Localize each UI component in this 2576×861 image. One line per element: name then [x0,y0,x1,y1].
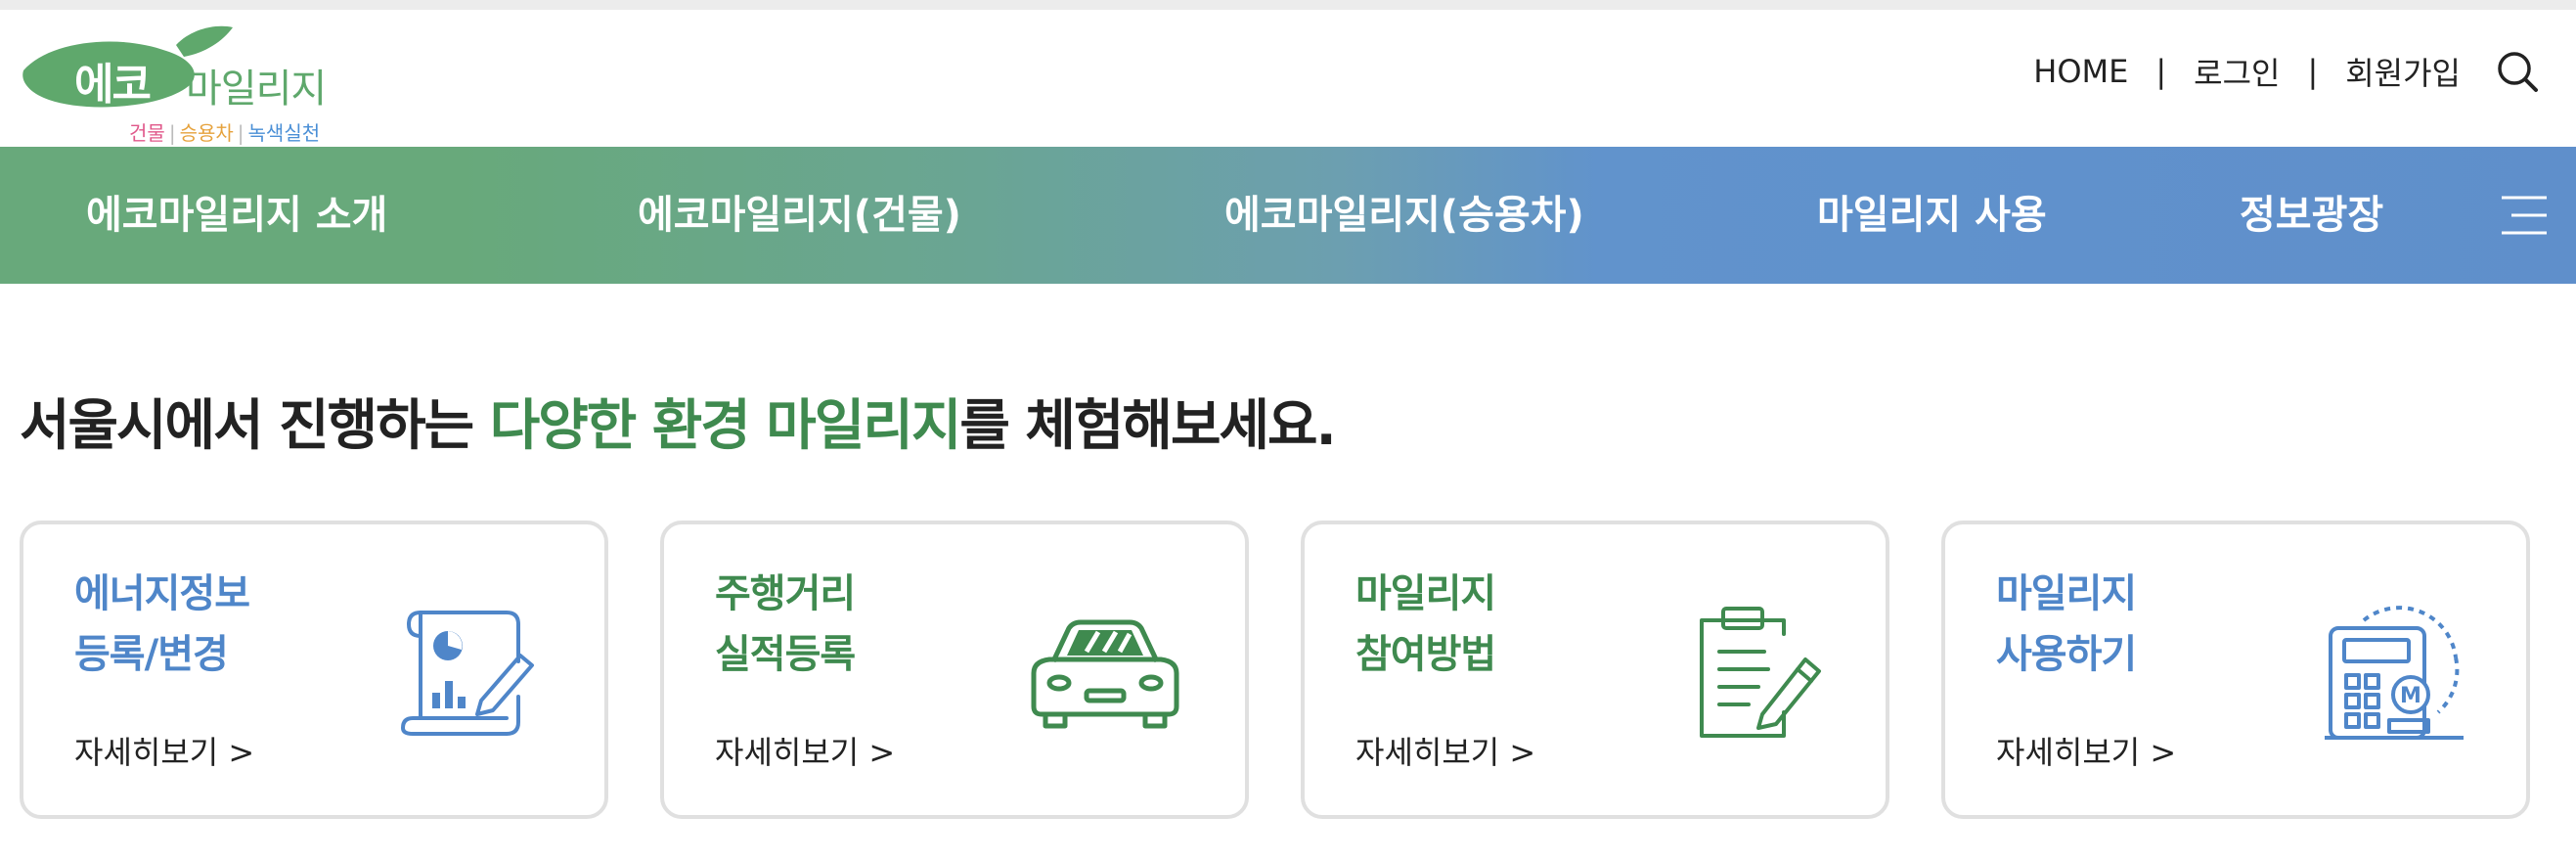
logo-sub-green: 녹색실천 [247,121,321,145]
card-title-line2: 참여방법 [1355,632,1496,677]
util-separator: | [2155,53,2167,90]
calculator-icon: M [2325,606,2464,740]
card-title: 에너지정보 등록/변경 [74,564,250,685]
nav-item-building[interactable]: 에코마일리지(건물) [638,147,961,284]
card-mileage-record[interactable]: 주행거리 실적등록 자세히보기 > [660,521,1249,819]
headline-pre: 서울시에서 진행하는 [20,394,490,458]
card-title-line1: 에너지정보 [74,571,250,616]
logo-sub-separator: | [168,121,176,145]
logo-subtitle: 건물 | 승용차 | 녹색실천 [129,117,320,146]
card-more-link[interactable]: 자세히보기 > [715,728,895,773]
card-title-line1: 주행거리 [715,571,856,616]
card-title: 주행거리 실적등록 [715,564,856,685]
svg-text:M: M [2400,684,2421,708]
card-participation[interactable]: 마일리지 참여방법 자세히보기 > [1301,521,1889,819]
logo-sub-car: 승용차 [179,121,234,145]
card-use-mileage[interactable]: 마일리지 사용하기 자세히보기 > M [1941,521,2530,819]
card-more-link[interactable]: 자세히보기 > [74,728,254,773]
utility-nav: HOME | 로그인 | 회원가입 [2033,49,2539,94]
logo-eco-text: 에코 [74,60,152,110]
headline-post: 를 체험해보세요. [959,394,1336,458]
home-link[interactable]: HOME [2033,53,2128,90]
signup-link[interactable]: 회원가입 [2345,49,2461,94]
site-logo[interactable]: 에코 마일리지 건물 | 승용차 | 녹색실천 [20,23,352,145]
top-strip [0,0,2576,10]
card-title-line2: 등록/변경 [74,632,229,677]
nav-item-car[interactable]: 에코마일리지(승용차) [1224,147,1584,284]
login-link[interactable]: 로그인 [2194,49,2280,94]
card-energy-register[interactable]: 에너지정보 등록/변경 자세히보기 > [20,521,608,819]
card-title-line2: 실적등록 [715,632,856,677]
energy-document-icon [401,611,534,736]
util-separator: | [2307,53,2319,90]
card-more-link[interactable]: 자세히보기 > [1355,728,1535,773]
nav-item-about[interactable]: 에코마일리지 소개 [86,147,387,284]
card-title: 마일리지 사용하기 [1996,564,2137,685]
car-icon [1031,619,1179,729]
search-icon[interactable] [2496,50,2539,93]
nav-item-use[interactable]: 마일리지 사용 [1817,147,2047,284]
card-title: 마일리지 참여방법 [1355,564,1496,685]
main-nav: 에코마일리지 소개 에코마일리지(건물) 에코마일리지(승용차) 마일리지 사용… [0,147,2576,284]
page-headline: 서울시에서 진행하는 다양한 환경 마일리지를 체험해보세요. [20,382,1337,461]
card-title-line2: 사용하기 [1996,632,2137,677]
clipboard-icon [1700,607,1821,738]
card-more-link[interactable]: 자세히보기 > [1996,728,2176,773]
logo-mileage-text: 마일리지 [186,67,327,112]
hamburger-menu-icon[interactable] [2498,194,2547,237]
card-title-line1: 마일리지 [1996,571,2137,616]
card-title-line1: 마일리지 [1355,571,1496,616]
logo-sub-separator: | [237,121,244,145]
headline-highlight: 다양한 환경 마일리지 [489,394,962,458]
nav-item-info[interactable]: 정보광장 [2240,147,2383,284]
logo-sub-building: 건물 [129,121,165,145]
header: 에코 마일리지 건물 | 승용차 | 녹색실천 HOME | 로그인 | 회원가입 [0,10,2576,147]
